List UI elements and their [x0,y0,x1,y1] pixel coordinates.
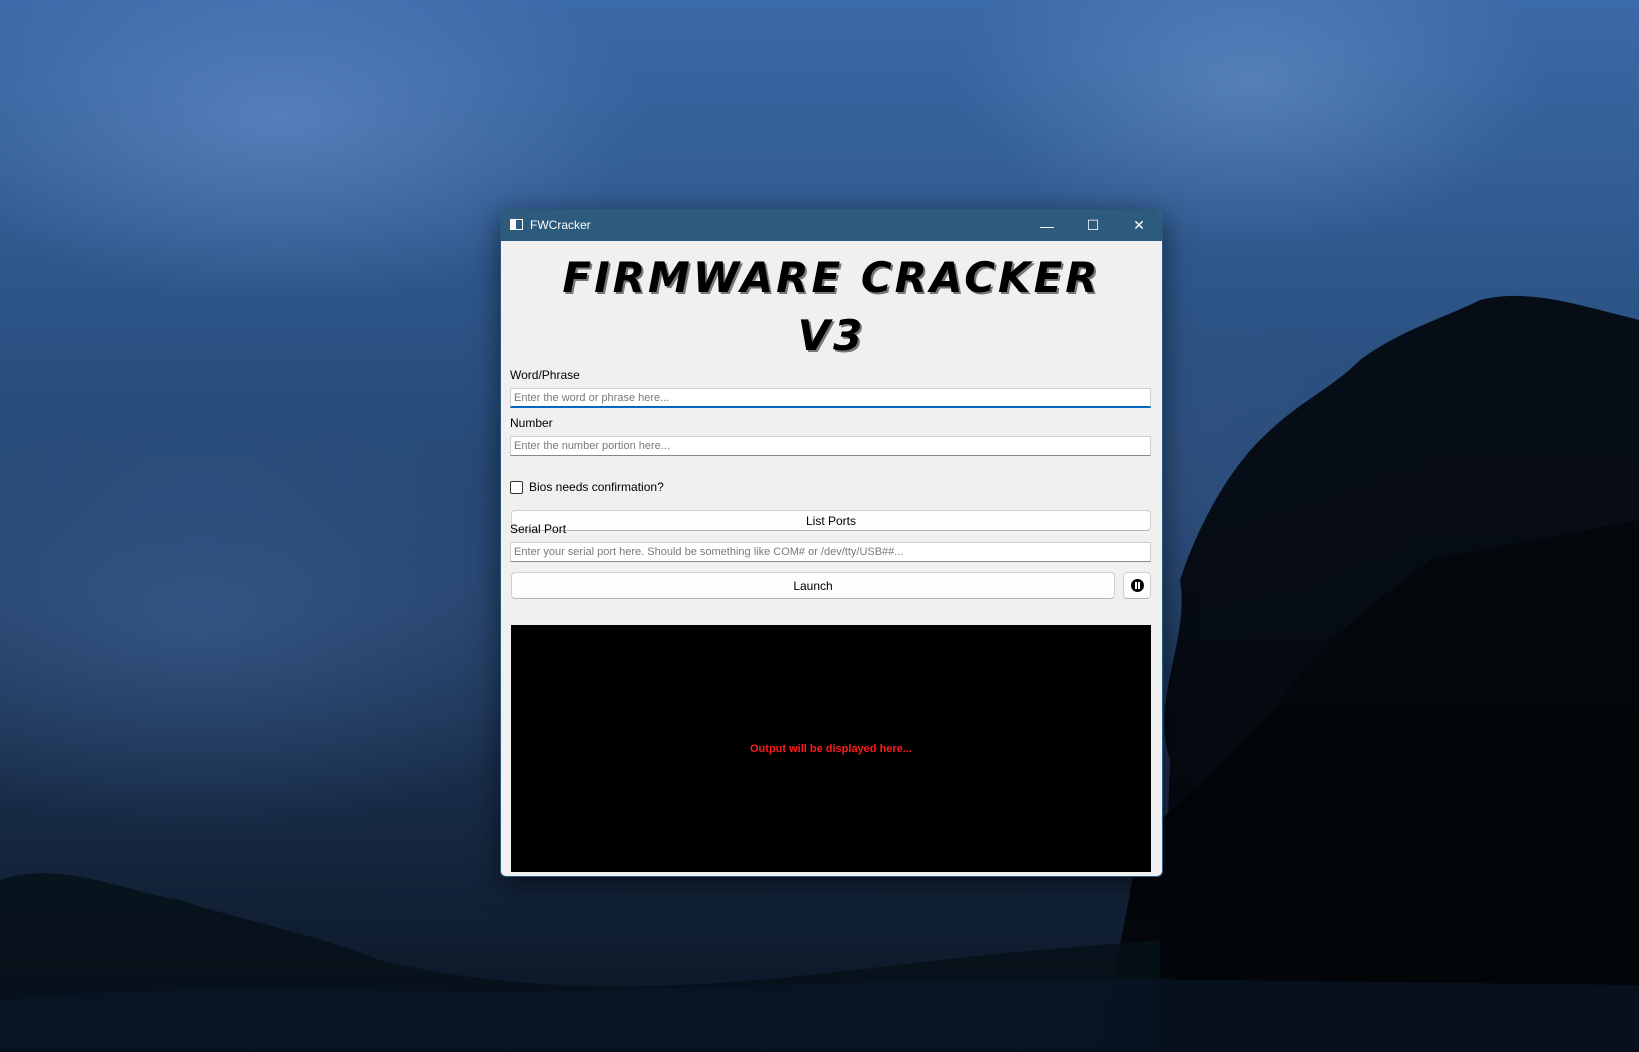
main-content: FIRMWARE CRACKER V3 Word/Phrase Number B… [501,241,1162,876]
list-ports-button[interactable]: List Ports [511,510,1151,531]
close-icon: ✕ [1133,217,1145,233]
launch-button[interactable]: Launch [511,572,1115,599]
app-heading-line1: FIRMWARE CRACKER [562,253,1101,302]
bios-confirmation-label: Bios needs confirmation? [529,480,664,494]
minimize-button[interactable]: — [1024,210,1070,241]
number-label: Number [510,416,553,430]
output-placeholder: Output will be displayed here... [750,742,912,755]
app-window: FWCracker — ☐ ✕ FIRMWARE CRACKER V3 Word… [500,209,1163,877]
serial-port-input[interactable] [510,542,1151,562]
word-phrase-input[interactable] [510,388,1151,408]
word-phrase-label: Word/Phrase [510,368,580,382]
maximize-button[interactable]: ☐ [1070,210,1116,241]
bios-confirmation-checkbox[interactable] [510,480,523,494]
maximize-icon: ☐ [1086,217,1100,233]
bios-confirmation-row[interactable]: Bios needs confirmation? [510,479,664,495]
pause-circle-icon [1130,579,1144,592]
window-title: FWCracker [530,218,591,232]
pause-button[interactable] [1123,572,1151,599]
app-heading: FIRMWARE CRACKER V3 [501,249,1162,365]
title-bar[interactable]: FWCracker — ☐ ✕ [501,210,1162,241]
app-window-icon [510,219,523,230]
launch-button-label: Launch [793,578,833,593]
minimize-icon: — [1040,217,1054,234]
app-heading-line2: V3 [797,311,866,360]
list-ports-button-label: List Ports [805,513,856,528]
serial-port-label: Serial Port [510,522,567,536]
close-button[interactable]: ✕ [1116,210,1162,241]
number-input[interactable] [510,436,1151,456]
output-console[interactable]: Output will be displayed here... [511,625,1151,872]
